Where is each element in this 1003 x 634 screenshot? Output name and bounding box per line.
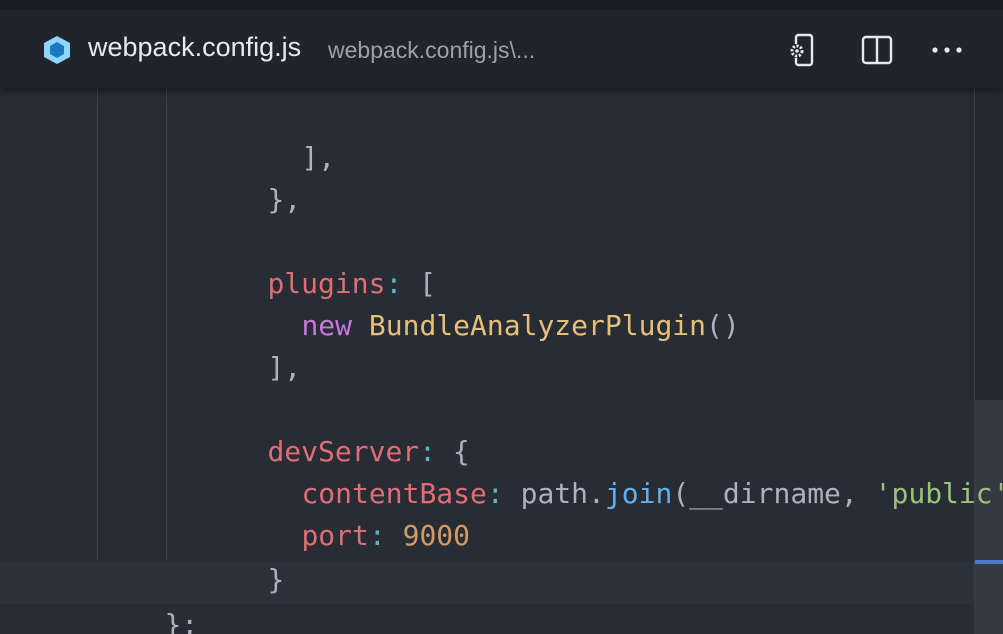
code-editor[interactable]: ], }, plugins: [ new BundleAnalyzerPlugi…: [0, 88, 1003, 634]
code-line[interactable]: new BundleAnalyzerPlugin(): [234, 263, 739, 342]
code-punctuation: (): [706, 309, 740, 342]
code-punctuation: ],: [267, 351, 302, 384]
code-identifier: path.: [503, 477, 605, 510]
code-number: 9000: [402, 519, 471, 552]
active-tab-title[interactable]: webpack.config.js: [88, 32, 301, 63]
code-punctuation: };: [164, 608, 199, 634]
code-line[interactable]: devServer: {: [200, 389, 469, 468]
more-actions-button[interactable]: [927, 30, 967, 70]
code-line[interactable]: },: [200, 137, 301, 216]
code-property: port: [301, 519, 369, 552]
code-function: join: [604, 477, 673, 510]
open-settings-icon: [789, 33, 814, 67]
code-operator: :: [486, 477, 504, 510]
code-line[interactable]: }: [200, 517, 284, 596]
code-line[interactable]: ],: [234, 95, 335, 174]
code-class-name: BundleAnalyzerPlugin: [368, 309, 707, 342]
webpack-cube-icon: [42, 35, 72, 65]
window-top-strip: [0, 0, 1003, 10]
code-line[interactable]: contentBase: path.join(__dirname, 'publi…: [234, 431, 1003, 510]
open-settings-button[interactable]: [783, 30, 823, 70]
code-punctuation: },: [267, 183, 302, 216]
code-line[interactable]: port: 9000: [234, 473, 470, 552]
scrollbar-cursor-marker: [975, 560, 1003, 564]
code-operator: :: [368, 519, 386, 552]
split-editor-icon: [861, 35, 893, 65]
code-keyword: new: [301, 309, 353, 342]
code-punctuation: ],: [301, 141, 336, 174]
code-line[interactable]: ],: [200, 305, 301, 384]
code-arguments: (__dirname,: [672, 477, 875, 510]
indent-guide: [166, 88, 167, 560]
code-line-current[interactable]: };: [97, 562, 198, 634]
code-string: 'public': [874, 477, 1003, 510]
split-editor-button[interactable]: [857, 30, 897, 70]
code-punctuation: }: [267, 563, 285, 596]
editor-title-bar: webpack.config.js webpack.config.js\...: [0, 10, 1003, 88]
breadcrumb[interactable]: webpack.config.js\...: [328, 37, 535, 64]
more-actions-icon: [932, 47, 962, 53]
code-line[interactable]: plugins: [: [200, 221, 436, 300]
indent-guide: [97, 88, 98, 560]
